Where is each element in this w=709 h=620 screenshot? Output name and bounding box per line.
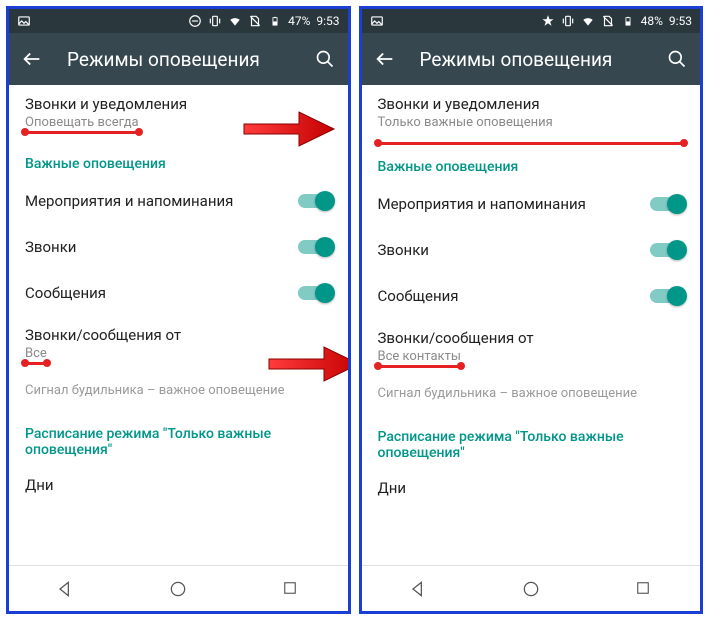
phone-left: 47% 9:53 Режимы оповещения Звонки и увед… (6, 6, 351, 614)
picture-icon (17, 14, 31, 28)
nav-recent-icon[interactable] (281, 579, 301, 599)
days-row[interactable]: Дни (362, 467, 701, 509)
no-sim-icon (601, 14, 615, 28)
events-reminders-toggle[interactable]: Мероприятия и напоминания (362, 181, 701, 227)
row-title: Дни (25, 476, 332, 494)
row-title: Звонки/сообщения от (25, 326, 332, 344)
row-subtitle: Только важные оповещения (378, 115, 553, 130)
nav-bar (9, 565, 348, 611)
calls-messages-from-row[interactable]: Звонки/сообщения от Все (9, 316, 348, 373)
switch-on-icon[interactable] (298, 240, 332, 254)
battery-icon (621, 14, 635, 28)
section-schedule: Расписание режима "Только важные оповеще… (362, 415, 701, 467)
calls-notifications-row[interactable]: Звонки и уведомления Оповещать всегда (9, 85, 348, 142)
section-priority: Важные оповещения (362, 145, 701, 181)
calls-messages-from-row[interactable]: Звонки/сообщения от Все контакты (362, 319, 701, 376)
battery-percent: 47% (288, 14, 310, 28)
row-title: Звонки и уведомления (378, 95, 685, 113)
calls-toggle[interactable]: Звонки (9, 224, 348, 270)
search-button[interactable] (314, 48, 336, 70)
no-sim-icon (248, 14, 262, 28)
row-title: Дни (378, 479, 685, 497)
row-subtitle: Оповещать всегда (25, 115, 139, 134)
back-button[interactable] (21, 48, 43, 70)
messages-toggle[interactable]: Сообщения (9, 270, 348, 316)
page-title: Режимы оповещения (67, 48, 290, 71)
vibrate-icon (208, 14, 222, 28)
status-bar: 47% 9:53 (9, 9, 348, 33)
toggle-label: Сообщения (378, 287, 459, 305)
nav-home-icon[interactable] (168, 579, 188, 599)
toggle-label: Сообщения (25, 284, 106, 302)
row-subtitle: Все (25, 346, 47, 365)
alarm-footnote: Сигнал будильника – важное оповещение (362, 376, 701, 415)
row-title: Звонки/сообщения от (378, 329, 685, 347)
switch-on-icon[interactable] (298, 194, 332, 208)
toggle-label: Мероприятия и напоминания (25, 192, 233, 210)
messages-toggle[interactable]: Сообщения (362, 273, 701, 319)
row-subtitle: Все контакты (378, 349, 461, 368)
days-row[interactable]: Дни (9, 464, 348, 506)
back-button[interactable] (374, 48, 396, 70)
app-bar: Режимы оповещения (9, 33, 348, 85)
wifi-icon (228, 14, 242, 28)
row-title: Звонки и уведомления (25, 95, 332, 113)
nav-home-icon[interactable] (521, 579, 541, 599)
dnd-icon (188, 14, 202, 28)
star-icon (541, 14, 555, 28)
nav-bar (362, 565, 701, 611)
toggle-label: Звонки (378, 241, 429, 259)
alarm-footnote: Сигнал будильника – важное оповещение (9, 373, 348, 412)
nav-back-icon[interactable] (55, 579, 75, 599)
nav-recent-icon[interactable] (634, 579, 654, 599)
wifi-icon (581, 14, 595, 28)
events-reminders-toggle[interactable]: Мероприятия и напоминания (9, 178, 348, 224)
settings-list: Звонки и уведомления Только важные опове… (362, 85, 701, 565)
toggle-label: Звонки (25, 238, 76, 256)
annotation-underline (378, 142, 685, 145)
clock: 9:53 (669, 14, 692, 28)
calls-toggle[interactable]: Звонки (362, 227, 701, 273)
vibrate-icon (561, 14, 575, 28)
clock: 9:53 (316, 14, 339, 28)
switch-on-icon[interactable] (650, 243, 684, 257)
section-schedule: Расписание режима "Только важные оповеще… (9, 412, 348, 464)
toggle-label: Мероприятия и напоминания (378, 195, 586, 213)
app-bar: Режимы оповещения (362, 33, 701, 85)
nav-back-icon[interactable] (408, 579, 428, 599)
picture-icon (370, 14, 384, 28)
status-bar: 48% 9:53 (362, 9, 701, 33)
switch-on-icon[interactable] (650, 197, 684, 211)
battery-percent: 48% (641, 14, 663, 28)
settings-list: Звонки и уведомления Оповещать всегда Ва… (9, 85, 348, 565)
section-priority: Важные оповещения (9, 142, 348, 178)
switch-on-icon[interactable] (650, 289, 684, 303)
battery-icon (268, 14, 282, 28)
calls-notifications-row[interactable]: Звонки и уведомления Только важные опове… (362, 85, 701, 138)
page-title: Режимы оповещения (420, 48, 643, 71)
phone-right: 48% 9:53 Режимы оповещения Звонки и увед… (359, 6, 704, 614)
switch-on-icon[interactable] (298, 286, 332, 300)
search-button[interactable] (666, 48, 688, 70)
